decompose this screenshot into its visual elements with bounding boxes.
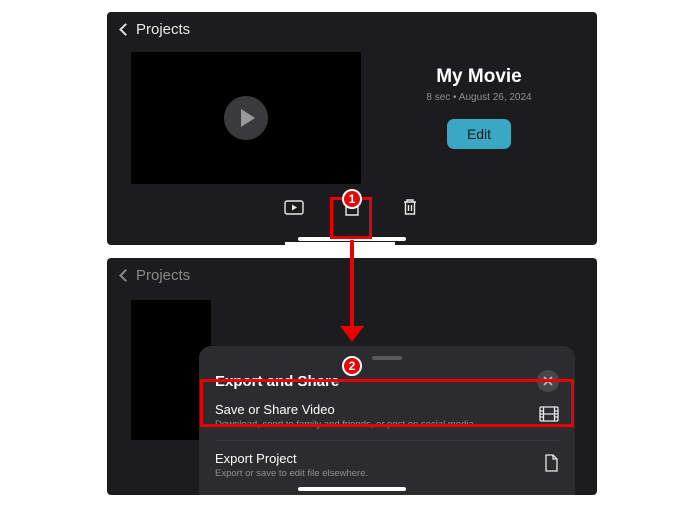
- project-overview-panel: Projects My Movie 8 sec • August 26, 202…: [107, 12, 597, 245]
- tab-indicator: [285, 242, 395, 245]
- annotation-arrow-head: [340, 326, 364, 342]
- export-project-item[interactable]: Export Project Export or save to edit fi…: [215, 441, 559, 489]
- play-button[interactable]: [224, 96, 268, 140]
- sheet-handle[interactable]: [372, 356, 402, 360]
- close-icon: [543, 376, 553, 386]
- back-label-dim: Projects: [136, 267, 190, 284]
- back-chevron-icon: [119, 269, 132, 282]
- close-button[interactable]: [537, 370, 559, 392]
- play-rect-icon[interactable]: [283, 198, 305, 216]
- save-share-video-item[interactable]: Save or Share Video Download, send to fa…: [215, 392, 559, 441]
- export-share-sheet: Export and Share Save or Share Video Dow…: [199, 346, 575, 495]
- trash-icon[interactable]: [399, 198, 421, 216]
- doc-icon: [544, 454, 559, 477]
- home-indicator: [298, 487, 406, 491]
- item-subtitle: Export or save to edit file elsewhere.: [215, 468, 368, 479]
- project-title: My Movie: [436, 66, 522, 88]
- annotation-badge-1: 1: [342, 189, 362, 209]
- item-subtitle: Download, send to family and friends, or…: [215, 419, 476, 430]
- back-label[interactable]: Projects: [136, 21, 190, 38]
- play-icon: [241, 109, 255, 127]
- project-info: My Movie 8 sec • August 26, 2024 Edit: [385, 52, 573, 184]
- annotation-badge-2: 2: [342, 356, 362, 376]
- item-title: Save or Share Video: [215, 402, 476, 417]
- edit-button[interactable]: Edit: [447, 119, 511, 149]
- annotation-arrow-line: [350, 240, 354, 332]
- back-chevron-icon[interactable]: [119, 23, 132, 36]
- project-meta: 8 sec • August 26, 2024: [426, 92, 531, 103]
- nav-header: Projects: [107, 12, 597, 46]
- sheet-title: Export and Share: [215, 373, 339, 390]
- video-thumbnail[interactable]: [131, 52, 361, 184]
- item-title: Export Project: [215, 451, 368, 466]
- film-icon: [539, 406, 559, 427]
